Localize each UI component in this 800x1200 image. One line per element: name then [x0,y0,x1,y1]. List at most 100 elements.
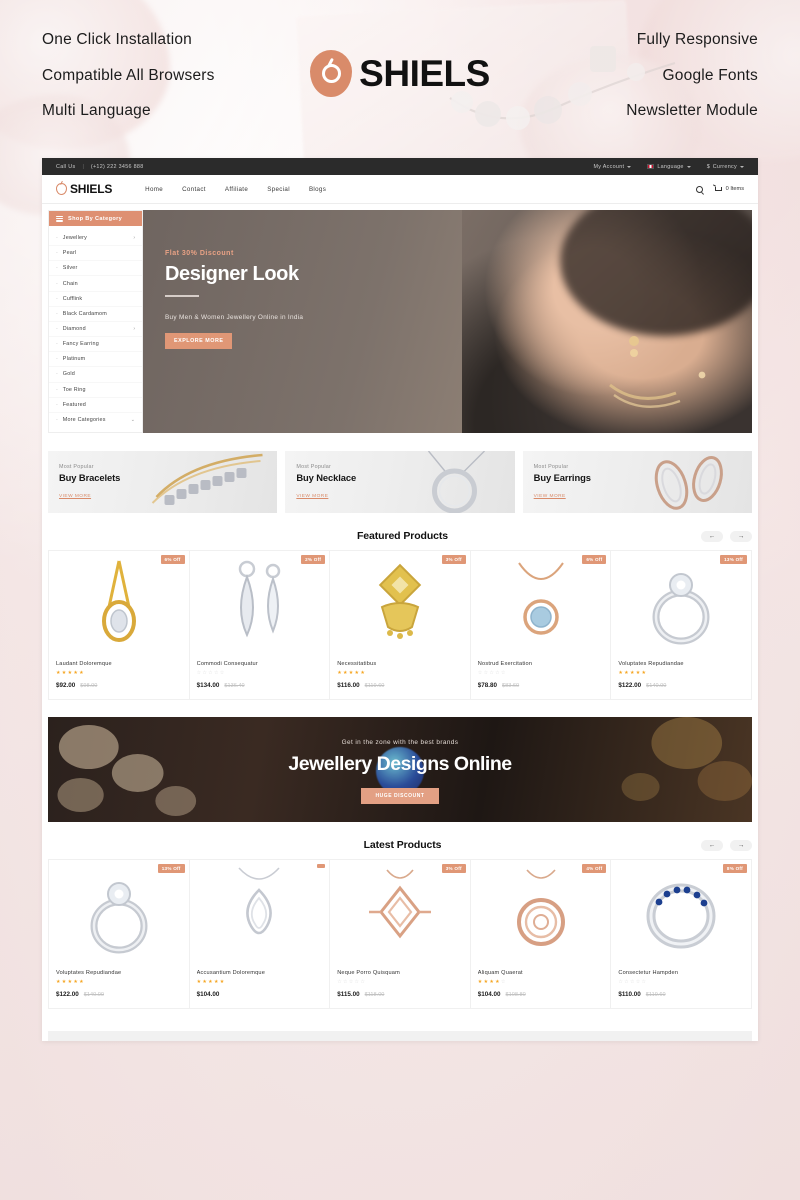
promo-kicker: Most Popular [296,464,332,470]
product-price: $134.00 [196,682,220,689]
category-item-diamond[interactable]: - Diamond › [49,322,142,338]
product-price: $104.00 [196,991,220,998]
nav-item-home[interactable]: Home [145,186,163,193]
language-label: Language [657,163,684,170]
product-image: 4% Off [470,860,611,963]
hero-jewellery-art [609,336,706,408]
promo-view-more-link[interactable]: VIEW MORE [59,494,91,499]
category-sidebar: Shop By Category - Jewellery › - Pearl -… [48,210,143,433]
huge-discount-button[interactable]: HUGE DISCOUNT [361,788,439,804]
ring-icon [652,573,710,645]
promo-view-more-link[interactable]: VIEW MORE [296,494,328,499]
product-name: Voluptates Repudiandae [56,970,122,976]
site-preview: Call Us | (+12) 222 3456 888 My Account … [42,158,758,1041]
header-logo[interactable]: SHIELS [56,182,112,196]
product-name: Commodi Consequatur [196,661,258,667]
product-card[interactable]: 6% Off Laudant Doloremque ★ ★ ★ ★ ★ $92.00 $… [48,550,189,700]
product-card[interactable]: 13% Off Voluptates Repudiandae ★ ★ ★ ★ ★ $12… [610,550,752,700]
language-dropdown[interactable]: Language [647,163,691,170]
category-item-featured[interactable]: - Featured [49,398,142,413]
product-card[interactable]: 3% Off Necessitatibus ★ ★ ★ ★ ★ $116.00 $119… [329,550,470,700]
currency-symbol: $ [706,163,710,170]
product-name: Voluptates Repudiandae [618,661,684,667]
category-item-fancy-earring[interactable]: - Fancy Earring [49,337,142,353]
discount-badge [317,864,326,868]
product-card[interactable]: 2% Off Commodi Consequatur ☆ ☆ ☆ ☆ ☆ $134.00… [188,550,330,700]
category-label: Jewellery [62,235,88,242]
nav-item-special[interactable]: Special [267,186,290,193]
category-item-jewellery[interactable]: - Jewellery › [49,231,142,247]
promo-kicker: Most Popular [59,464,94,470]
nav-item-affiliate[interactable]: Affiliate [225,186,248,193]
product-rating: ★ ★ ★ ★ ★ [196,979,225,985]
category-item-silver[interactable]: - Silver [49,261,142,277]
product-name: Aliquam Quaerat [477,970,523,976]
promo-title: Buy Necklace [296,472,357,483]
product-price: $92.00 [56,682,76,689]
bullet-icon: - [56,416,58,423]
medallion-icon [516,869,565,946]
category-item-gold[interactable]: - Gold [49,367,142,383]
my-account-dropdown[interactable]: My Account [593,164,632,170]
category-item-cufflink[interactable]: - Cufflink [49,292,142,307]
mid-promo-banner[interactable]: Get in the zone with the best brands Jew… [48,717,752,822]
featured-products-grid: 6% Off Laudant Doloremque ★ ★ ★ ★ ★ $92.00 $… [42,542,758,700]
product-card[interactable]: 8% Off Consectetur Hampden ☆ ☆ ☆ ☆ ☆ $11… [610,859,752,1009]
promo-card-earrings[interactable]: Most Popular Buy Earrings VIEW MORE [522,451,752,513]
currency-label: Currency [712,163,737,170]
category-item-more-categories[interactable]: - More Categories ⌄ [49,413,142,427]
promo-card-bracelets[interactable]: Most Popular Buy Bracelets VIEW MORE [48,451,278,513]
hero-title: Designer Look [165,263,299,285]
product-image: 13% Off [611,551,751,654]
featured-section-title: Featured Products [356,530,449,542]
category-sidebar-header[interactable]: Shop By Category [49,211,142,226]
discount-badge: 13% Off [157,864,185,873]
product-name: Consectetur Hampden [618,970,679,976]
product-card[interactable]: 6% Off Nostrud Exercitation ☆ ☆ ☆ ☆ ☆ $78.80… [469,550,611,700]
category-item-black-cardamom[interactable]: - Black Cardamom [49,307,142,322]
product-card[interactable]: Accusantium Doloremque ★ ★ ★ ★ ★ $104.00 [188,859,330,1009]
product-prices: $122.00 $140.00 [618,682,744,689]
promo-view-more-link[interactable]: VIEW MORE [534,494,566,499]
product-card[interactable]: 13% Off Voluptates Repudiandae ★ ★ ★ ★ ★ $12… [48,859,189,1009]
chevron-right-icon: › [133,326,135,333]
hero-explore-more-button[interactable]: EXPLORE MORE [165,332,233,349]
currency-dropdown[interactable]: $ Currency [707,164,744,170]
category-item-toe-ring[interactable]: - Toe Ring [49,383,142,398]
hero-banner[interactable]: Flat 30% Discount Designer Look Buy Men … [143,210,752,433]
nav-item-contact[interactable]: Contact [182,186,206,193]
product-prices: $122.00 $140.00 [56,991,182,998]
bullet-icon: - [56,265,58,272]
category-item-platinum[interactable]: - Platinum [49,352,142,368]
product-card[interactable]: 3% Off Neque Porro Quisquam ☆ ☆ ☆ ☆ ☆ $115.0… [329,859,470,1009]
search-icon[interactable] [695,185,703,193]
product-image: 6% Off [470,551,611,654]
bullet-icon: - [56,371,58,378]
category-item-chain[interactable]: - Chain [49,276,142,292]
promo-card-necklace[interactable]: Most Popular Buy Necklace VIEW MORE [285,451,515,513]
chevron-down-icon: ⌄ [130,416,135,423]
promo-title: Buy Bracelets [59,472,121,483]
product-rating: ☆ ☆ ☆ ☆ ☆ [196,670,225,676]
featured-next-button[interactable]: → [730,530,752,542]
product-name: Accusantium Doloremque [196,970,266,976]
category-item-pearl[interactable]: - Pearl [49,246,142,262]
flag-icon [647,164,655,169]
product-card[interactable]: 4% Off Aliquam Quaerat ★ ★ ★ ★ ☆ $104.00 $10… [469,859,611,1009]
product-image: 8% Off [611,860,751,963]
latest-prev-button[interactable]: ← [701,839,723,851]
latest-next-button[interactable]: → [730,839,752,851]
product-prices: $104.00 [197,991,323,998]
product-image: 3% Off [330,551,470,654]
latest-products-grid: 13% Off Voluptates Repudiandae ★ ★ ★ ★ ★ $12… [42,851,758,1009]
hero-description: Buy Men & Women Jewellery Online in Indi… [165,313,304,321]
category-label: Silver [62,265,78,272]
featured-prev-button[interactable]: ← [701,530,723,542]
mid-banner-kicker: Get in the zone with the best brands [341,739,459,746]
product-prices: $78.80 $83.60 [478,682,604,689]
bullet-icon: - [56,356,58,363]
call-us-label: Call Us [56,163,76,170]
cart-button[interactable]: 0 Items [714,185,744,193]
nav-item-blogs[interactable]: Blogs [309,186,326,193]
hero-copy: Flat 30% Discount Designer Look Buy Men … [165,250,303,349]
